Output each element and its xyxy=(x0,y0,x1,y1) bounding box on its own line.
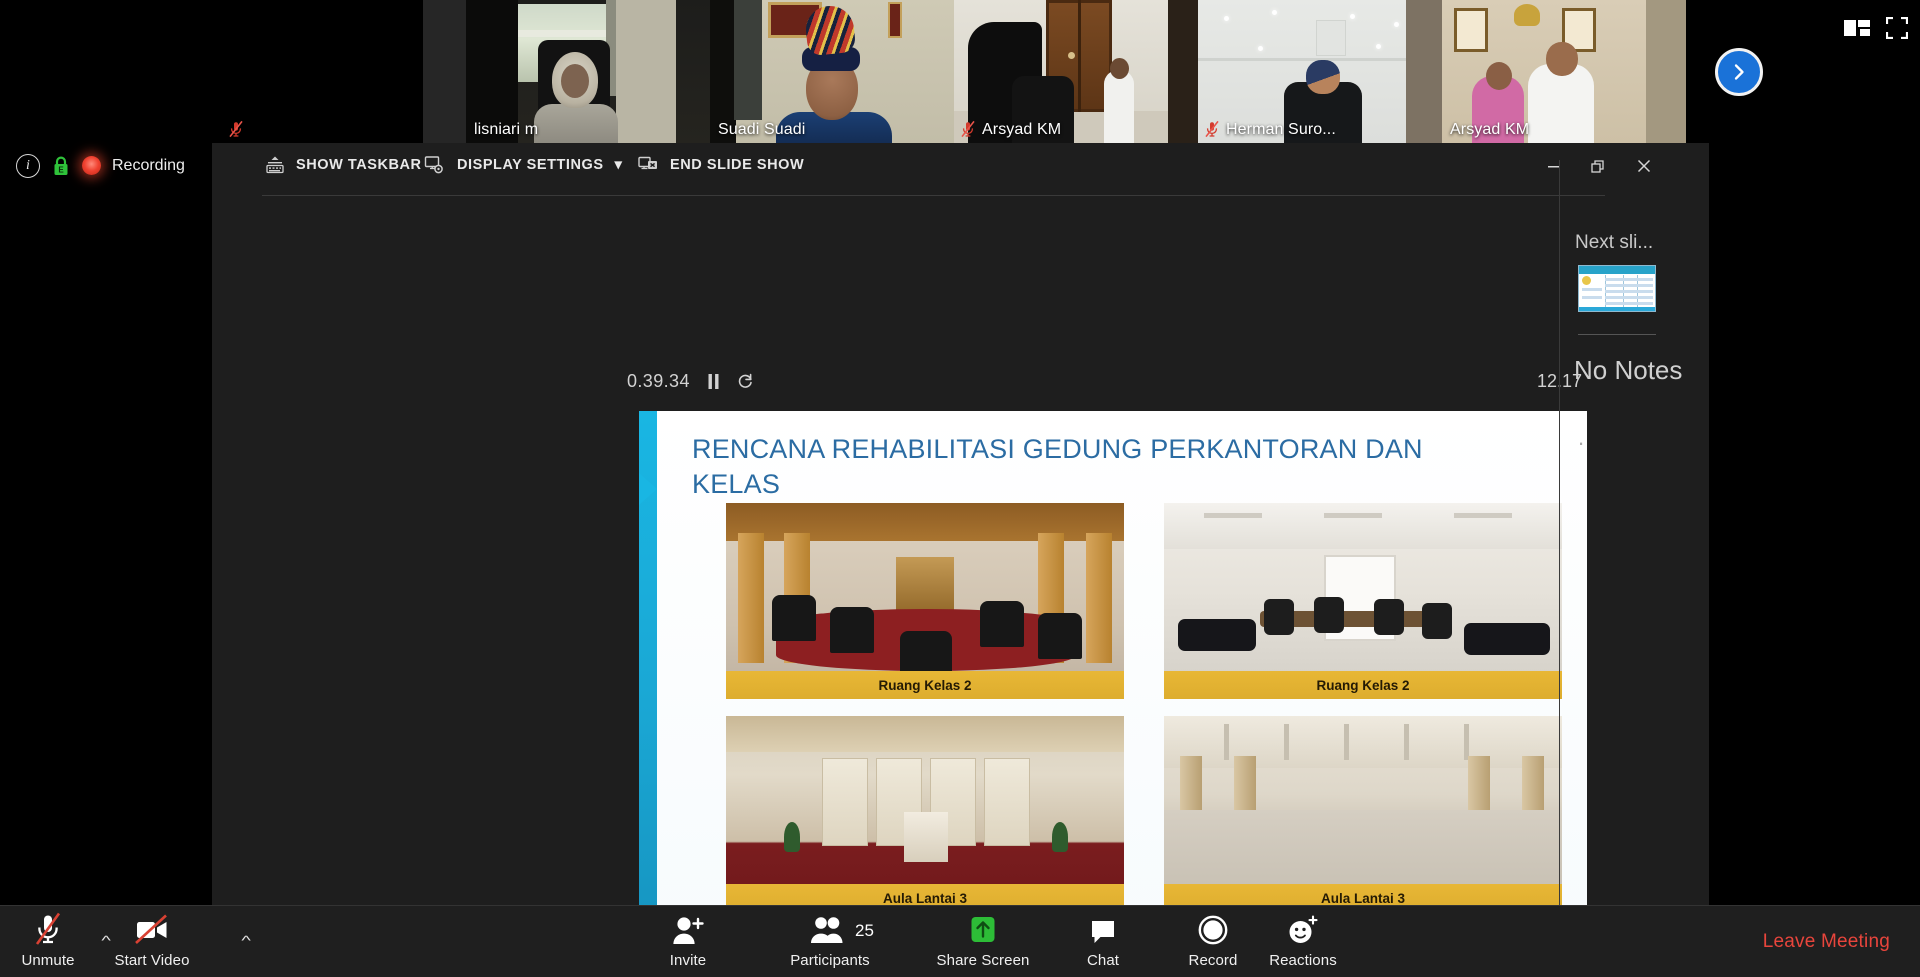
participants-count-badge: 25 xyxy=(855,921,874,941)
mute-icon xyxy=(960,120,976,138)
start-video-label: Start Video xyxy=(114,952,189,969)
powerpoint-toolbar: SHOW TASKBAR DISPLAY SETTINGS ▾ xyxy=(212,143,1709,196)
share-screen-label: Share Screen xyxy=(937,952,1030,969)
presentation-timer: 0.39.34 xyxy=(627,371,754,392)
next-slide-label: Next sli... xyxy=(1575,232,1653,254)
elapsed-time: 0.39.34 xyxy=(627,371,690,392)
chevron-down-icon: ▾ xyxy=(615,157,623,173)
close-button[interactable] xyxy=(1622,148,1666,184)
invite-button[interactable]: Invite xyxy=(640,911,736,969)
slide-accent-triangle xyxy=(639,473,657,505)
video-options-caret-icon[interactable]: ^ xyxy=(241,933,250,948)
video-tile-arsyad-1[interactable]: Arsyad KM xyxy=(954,0,1198,143)
minimize-button[interactable] xyxy=(1532,148,1576,184)
invite-label: Invite xyxy=(670,952,706,969)
slide-photo-1: Ruang Kelas 2 xyxy=(726,503,1124,699)
video-tile-suadi[interactable]: Suadi Suadi xyxy=(710,0,954,143)
participants-icon xyxy=(809,911,851,947)
unmute-button[interactable]: Unmute xyxy=(0,911,96,969)
toolbar-label: END SLIDE SHOW xyxy=(670,157,804,173)
taskbar-icon xyxy=(265,155,285,175)
lock-icon[interactable]: E xyxy=(51,155,71,177)
invite-person-icon xyxy=(669,911,707,947)
toolbar-label: SHOW TASKBAR xyxy=(296,157,422,173)
current-slide[interactable]: RENCANA REHABILITASI GEDUNG PERKANTORAN … xyxy=(639,411,1587,944)
notes-pane-divider xyxy=(1559,160,1560,905)
recording-indicator-icon xyxy=(82,156,101,175)
picture-in-picture-icon[interactable] xyxy=(1844,18,1870,38)
notes-text: No Notes xyxy=(1574,355,1682,387)
chat-bubble-icon xyxy=(1087,911,1119,947)
mute-icon xyxy=(1204,120,1220,138)
chat-label: Chat xyxy=(1087,952,1119,969)
powerpoint-presenter-window: SHOW TASKBAR DISPLAY SETTINGS ▾ xyxy=(212,143,1709,905)
video-tile-arsyad-2-active[interactable]: Arsyad KM xyxy=(1442,0,1686,143)
participants-label: Participants xyxy=(790,952,870,969)
record-button[interactable]: Record xyxy=(1165,911,1261,969)
slide-title: RENCANA REHABILITASI GEDUNG PERKANTORAN … xyxy=(692,432,1492,501)
toolbar-label: DISPLAY SETTINGS xyxy=(457,157,604,173)
photo-caption: Ruang Kelas 2 xyxy=(1164,671,1562,699)
display-settings-button[interactable]: DISPLAY SETTINGS ▾ xyxy=(424,155,622,175)
video-tile-herman[interactable]: Herman Suro... xyxy=(1198,0,1442,143)
end-show-icon xyxy=(637,155,659,175)
video-muted-icon xyxy=(132,911,172,947)
next-slide-thumbnail[interactable] xyxy=(1578,265,1656,312)
unmute-label: Unmute xyxy=(21,952,74,969)
slide-photo-2: Ruang Kelas 2 xyxy=(1164,503,1562,699)
pause-icon[interactable] xyxy=(707,373,720,390)
restore-button[interactable] xyxy=(1576,148,1620,184)
notes-divider xyxy=(1578,334,1656,335)
reactions-label: Reactions xyxy=(1269,952,1337,969)
share-screen-icon xyxy=(967,911,999,947)
participant-filmstrip: LI Datin lisniari m xyxy=(222,0,1694,143)
end-slide-show-button[interactable]: END SLIDE SHOW xyxy=(637,155,804,175)
mute-icon xyxy=(228,120,244,138)
next-participants-button[interactable] xyxy=(1715,48,1763,96)
fullscreen-icon[interactable] xyxy=(1886,17,1908,39)
record-circle-icon xyxy=(1196,911,1230,947)
video-tile-name: Arsyad KM xyxy=(1450,121,1529,139)
zoom-meeting-window: LI Datin lisniari m xyxy=(0,0,1920,977)
toolbar-divider xyxy=(262,195,1605,196)
video-tile-name: Herman Suro... xyxy=(1226,121,1336,139)
photo-caption: Ruang Kelas 2 xyxy=(726,671,1124,699)
record-label: Record xyxy=(1189,952,1238,969)
zoom-control-toolbar: Unmute ^ Start Video ^ xyxy=(0,905,1920,977)
video-tile-name: Arsyad KM xyxy=(982,121,1061,139)
info-icon[interactable]: i xyxy=(16,154,40,178)
start-video-button[interactable]: Start Video xyxy=(104,911,200,969)
reset-icon[interactable] xyxy=(737,373,754,390)
chat-button[interactable]: Chat xyxy=(1055,911,1151,969)
video-tile-name: lisniari m xyxy=(474,121,538,139)
slide-photo-4: Aula Lantai 3 xyxy=(1164,716,1562,912)
reactions-button[interactable]: Reactions xyxy=(1255,911,1351,969)
microphone-muted-icon xyxy=(31,911,65,947)
show-taskbar-button[interactable]: SHOW TASKBAR xyxy=(265,155,422,175)
leave-meeting-button[interactable]: Leave Meeting xyxy=(1763,931,1890,953)
video-tile-name: Suadi Suadi xyxy=(718,121,805,139)
slide-photo-3: Aula Lantai 3 xyxy=(726,716,1124,912)
svg-text:E: E xyxy=(58,165,64,174)
notes-placeholder-dot: . xyxy=(1578,425,1584,451)
share-screen-button[interactable]: Share Screen xyxy=(935,911,1031,969)
reactions-smiley-icon xyxy=(1286,911,1320,947)
chevron-right-icon xyxy=(1729,62,1749,82)
display-settings-icon xyxy=(424,155,446,175)
meeting-status-bar: i E Recording xyxy=(0,143,212,188)
video-tile-lisniari[interactable]: lisniari m xyxy=(466,0,710,143)
recording-label: Recording xyxy=(112,157,185,175)
